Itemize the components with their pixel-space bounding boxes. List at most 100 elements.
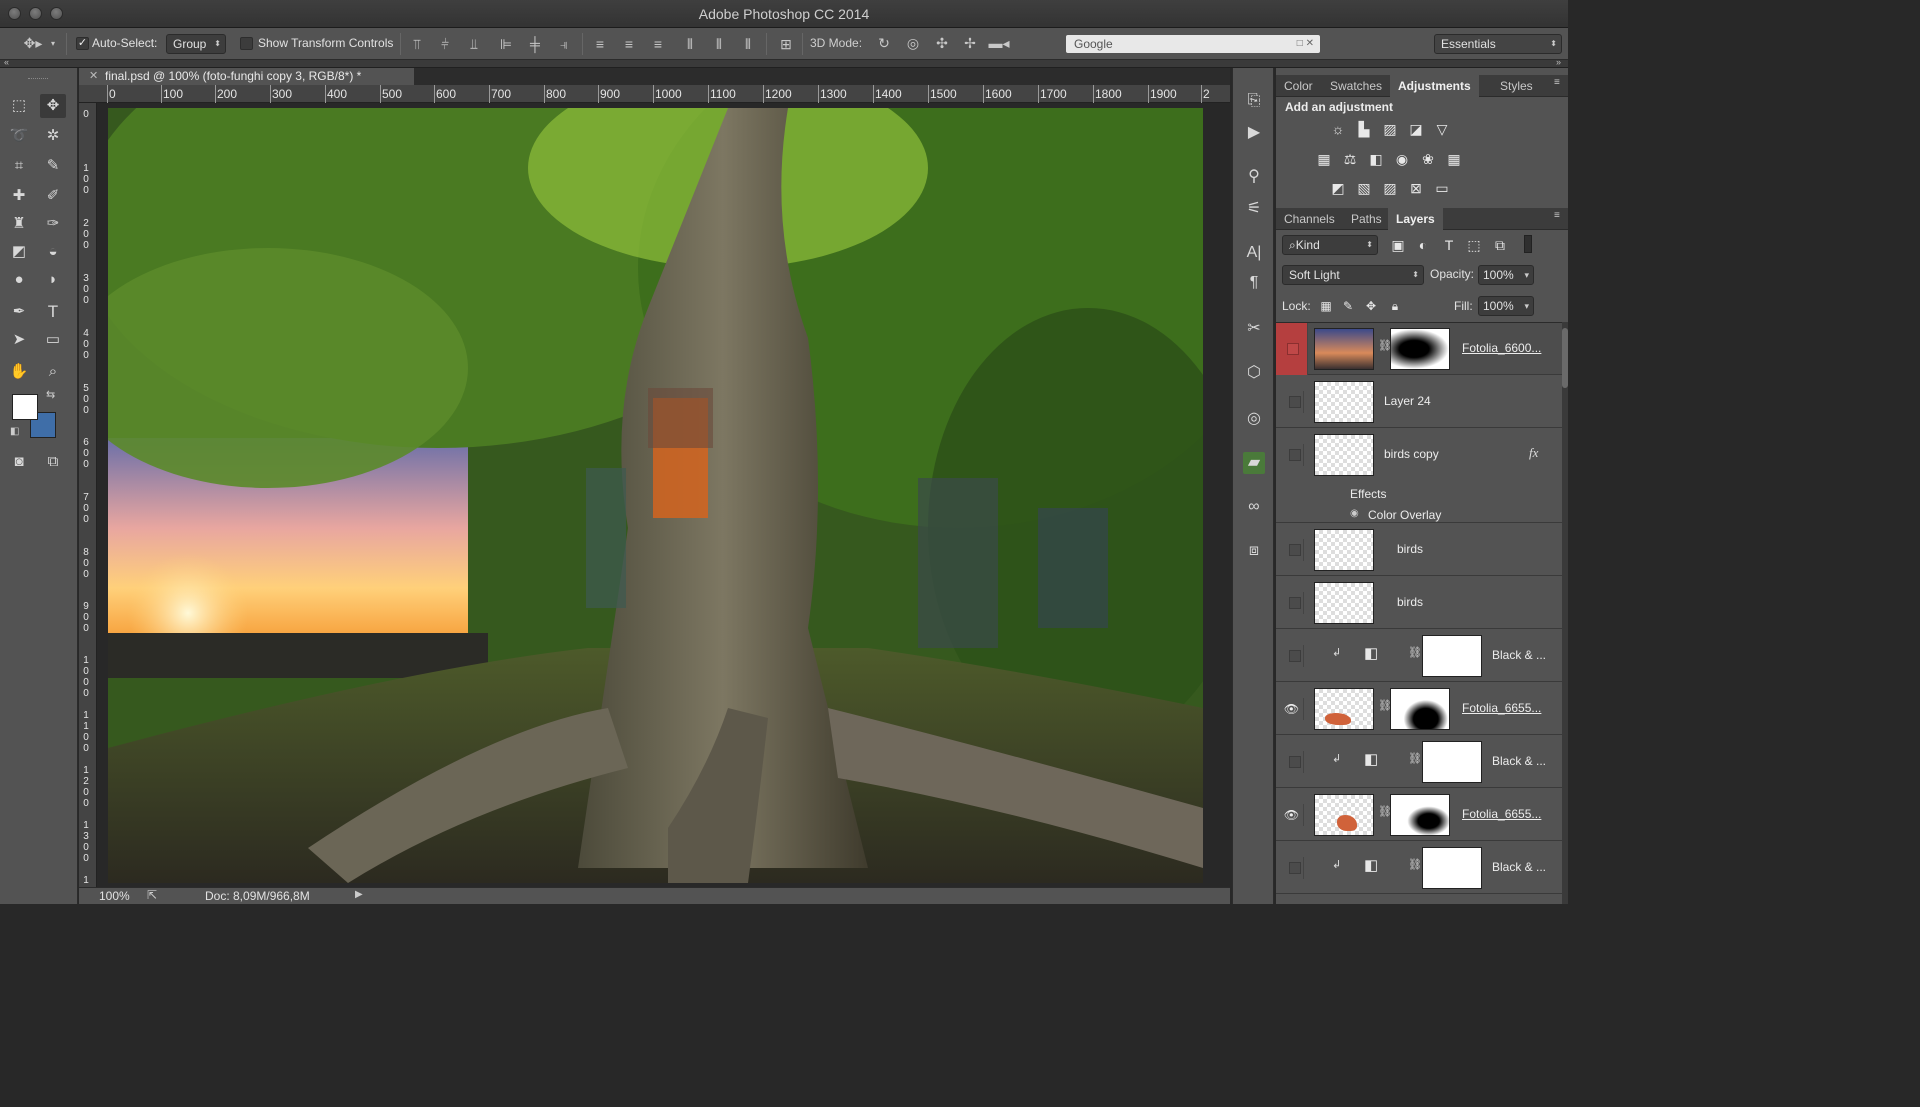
align-vcenter-icon[interactable]: ⫩ — [436, 36, 454, 52]
filter-type-icon[interactable]: T — [1439, 236, 1459, 254]
plugin-icon[interactable]: ▰ — [1243, 452, 1265, 474]
visibility-toggle[interactable] — [1280, 391, 1304, 413]
collapse-icon[interactable]: » — [1556, 57, 1561, 67]
photo-filter-icon[interactable]: ◉ — [1392, 150, 1412, 168]
status-menu-arrow-icon[interactable]: ▶ — [355, 889, 363, 900]
libraries-icon[interactable]: ⧈ — [1243, 540, 1265, 562]
tab-paths[interactable]: Paths — [1343, 208, 1390, 230]
collapse-icon[interactable]: « — [4, 57, 9, 67]
layer-name[interactable]: Black & ... — [1492, 648, 1546, 662]
move-tool-preset-icon[interactable]: ✥▸ — [20, 35, 46, 51]
blend-mode-dropdown[interactable]: Soft Light ⬍ — [1282, 265, 1424, 285]
3d-orbit-icon[interactable]: ↻ — [874, 35, 894, 51]
tool-presets-icon[interactable]: ⚲ — [1243, 166, 1265, 188]
tab-styles[interactable]: Styles — [1492, 75, 1541, 97]
lasso-tool-icon[interactable]: ➰ — [6, 124, 32, 148]
visibility-toggle[interactable] — [1280, 857, 1304, 879]
chain-link-icon[interactable]: ⛓ — [1408, 752, 1422, 765]
eraser-tool-icon[interactable]: ◩ — [6, 240, 32, 264]
fx-badge[interactable]: fx — [1529, 445, 1538, 461]
history-icon[interactable]: ⎘ — [1243, 90, 1265, 112]
distribute-vcenter-icon[interactable]: ≡ — [620, 36, 638, 52]
close-icon[interactable]: ✕ — [89, 68, 98, 85]
chain-link-icon[interactable]: ⛓ — [1408, 646, 1422, 659]
distribute-right-icon[interactable]: ⦀ — [739, 36, 757, 52]
layer-name[interactable]: Black & ... — [1492, 754, 1546, 768]
layer-row[interactable]: Layer 24 — [1276, 376, 1562, 428]
tab-adjustments[interactable]: Adjustments — [1390, 75, 1479, 97]
visibility-toggle[interactable]: 👁︎ — [1280, 698, 1304, 720]
dodge-tool-icon[interactable]: ◗ — [40, 268, 66, 292]
hue-saturation-icon[interactable]: ▦ — [1314, 150, 1334, 168]
channel-mixer-icon[interactable]: ❀ — [1418, 150, 1438, 168]
tab-swatches[interactable]: Swatches — [1322, 75, 1390, 97]
selective-color-icon[interactable]: ⊠ — [1406, 179, 1426, 197]
effect-eye-icon[interactable]: ◉ — [1350, 508, 1359, 519]
vertical-ruler[interactable]: 0 1 0 0 2 0 0 3 0 0 4 0 0 5 0 0 6 0 0 7 0 0 8 0 … — [79, 103, 97, 887]
3d-panel-icon[interactable]: ⬡ — [1243, 362, 1265, 384]
layer-row[interactable]: birds — [1276, 524, 1562, 576]
visibility-toggle[interactable] — [1280, 645, 1304, 667]
blur-tool-icon[interactable]: ● — [6, 268, 32, 292]
layer-name[interactable]: birds — [1397, 542, 1423, 556]
layer-name[interactable]: birds — [1397, 595, 1423, 609]
distribute-hcenter-icon[interactable]: ⦀ — [710, 36, 728, 52]
mask-thumbnail[interactable] — [1390, 794, 1450, 836]
crop-tool-icon[interactable]: ⌗ — [6, 154, 32, 178]
lock-all-icon[interactable]: 🔒︎ — [1385, 297, 1405, 315]
visibility-toggle[interactable] — [1280, 539, 1304, 561]
align-bottom-icon[interactable]: ⫫ — [465, 36, 483, 52]
horizontal-ruler[interactable]: 0 100 200 300 400 500 600 700 800 900 1000 1100 1200… — [79, 85, 1230, 103]
align-top-icon[interactable]: ⫪ — [408, 36, 426, 52]
hand-tool-icon[interactable]: ✋ — [6, 360, 32, 384]
default-colors-icon[interactable]: ◧ — [10, 426, 19, 437]
screen-mode-icon[interactable]: ⧉ — [40, 450, 66, 474]
threshold-icon[interactable]: ▨ — [1380, 179, 1400, 197]
filter-smart-object-icon[interactable]: ⧉ — [1490, 236, 1510, 254]
filter-shape-icon[interactable]: ⬚ — [1464, 236, 1484, 254]
curves-icon[interactable]: ▨ — [1380, 120, 1400, 138]
mask-thumbnail[interactable] — [1390, 688, 1450, 730]
auto-align-icon[interactable]: ⊞ — [776, 36, 796, 52]
visibility-toggle[interactable] — [1280, 592, 1304, 614]
layer-name[interactable]: birds copy — [1384, 447, 1439, 461]
show-transform-checkbox[interactable] — [240, 37, 253, 50]
lock-pixels-icon[interactable]: ✎ — [1338, 297, 1358, 315]
chain-link-icon[interactable]: ⛓ — [1408, 858, 1422, 871]
effect-name[interactable]: Color Overlay — [1368, 508, 1441, 522]
distribute-top-icon[interactable]: ≡ — [591, 36, 609, 52]
mask-thumbnail[interactable] — [1422, 847, 1482, 889]
healing-brush-icon[interactable]: ✚ — [6, 184, 32, 208]
layer-name[interactable]: Fotolia_6655... — [1462, 807, 1541, 821]
exposure-icon[interactable]: ◪ — [1406, 120, 1426, 138]
creative-cloud-icon[interactable]: ∞ — [1243, 496, 1265, 518]
layer-name[interactable]: Fotolia_6655... — [1462, 701, 1541, 715]
posterize-icon[interactable]: ▧ — [1354, 179, 1374, 197]
layer-row[interactable]: birds — [1276, 577, 1562, 629]
timeline-icon[interactable]: ◎ — [1243, 408, 1265, 430]
visibility-toggle[interactable] — [1276, 323, 1308, 375]
rectangle-tool-icon[interactable]: ▭ — [40, 328, 66, 352]
3d-scale-icon[interactable]: ▬◂ — [988, 35, 1010, 51]
tab-channels[interactable]: Channels — [1276, 208, 1343, 230]
tab-layers[interactable]: Layers — [1388, 208, 1443, 230]
vibrance-icon[interactable]: ▽ — [1432, 120, 1452, 138]
visibility-toggle[interactable] — [1280, 751, 1304, 773]
filter-adjustment-icon[interactable]: ◐ — [1413, 236, 1433, 254]
tab-color[interactable]: Color — [1276, 75, 1321, 97]
3d-roll-icon[interactable]: ◎ — [903, 35, 923, 51]
marquee-tool-icon[interactable]: ⬚ — [6, 94, 32, 118]
align-right-icon[interactable]: ⫣ — [555, 36, 573, 52]
brightness-contrast-icon[interactable]: ☼ — [1328, 120, 1348, 138]
layer-name[interactable]: Fotolia_6600... — [1462, 341, 1541, 355]
eyedropper-icon[interactable]: ✎ — [40, 154, 66, 178]
history-brush-icon[interactable]: ✑ — [40, 212, 66, 236]
visibility-toggle[interactable] — [1280, 444, 1304, 466]
zoom-level[interactable]: 100% — [99, 889, 130, 903]
fill-field[interactable]: 100% ▾ — [1478, 296, 1534, 316]
layers-scrollbar[interactable] — [1562, 322, 1568, 904]
document-tab[interactable]: ✕ final.psd @ 100% (foto-funghi copy 3, R… — [79, 68, 414, 85]
3d-slide-icon[interactable]: ✢ — [960, 35, 980, 51]
workspace-dropdown[interactable]: Essentials ⬍ — [1434, 34, 1562, 54]
path-selection-icon[interactable]: ➤ — [6, 328, 32, 352]
